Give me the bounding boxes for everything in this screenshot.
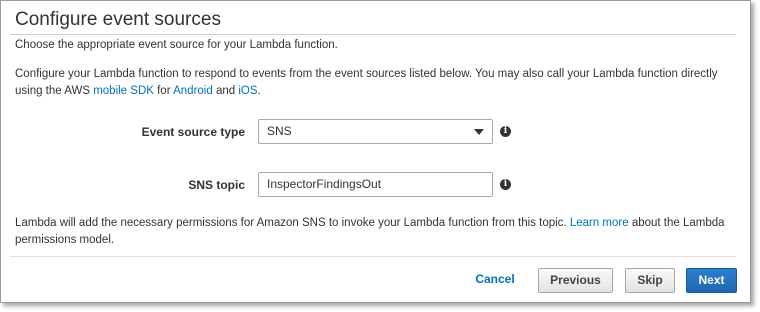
permissions-note-part: Lambda will add the necessary permission… [15, 217, 570, 229]
sns-topic-label: SNS topic [188, 178, 245, 192]
android-link[interactable]: Android [173, 85, 213, 97]
skip-button[interactable]: Skip [625, 268, 675, 293]
previous-button[interactable]: Previous [538, 268, 613, 293]
cancel-button[interactable]: Cancel [470, 268, 520, 293]
event-source-type-label: Event source type [141, 125, 245, 139]
permissions-note: Lambda will add the necessary permission… [15, 215, 740, 249]
page-title: Configure event sources [15, 9, 221, 30]
configure-event-sources-panel: Configure event sources Choose the appro… [0, 0, 751, 303]
next-button[interactable]: Next [686, 268, 737, 293]
event-source-type-value: SNS [267, 124, 292, 138]
info-icon[interactable]: i [500, 126, 511, 137]
ios-link[interactable]: iOS [238, 85, 257, 97]
info-icon[interactable]: i [500, 179, 511, 190]
chevron-down-icon [474, 129, 484, 135]
description-text-part: for [153, 85, 174, 97]
mobile-sdk-link[interactable]: mobile SDK [93, 85, 154, 97]
event-source-type-select[interactable]: SNS [258, 119, 493, 144]
sns-topic-input[interactable]: InspectorFindingsOut [258, 172, 493, 197]
description-text-part: . [257, 85, 261, 97]
description-text: Configure your Lambda function to respon… [15, 66, 735, 100]
footer-divider [10, 256, 736, 257]
title-divider [10, 34, 736, 35]
description-text-part: and [212, 85, 239, 97]
learn-more-link[interactable]: Learn more [570, 217, 629, 229]
page-subtitle: Choose the appropriate event source for … [15, 39, 338, 51]
